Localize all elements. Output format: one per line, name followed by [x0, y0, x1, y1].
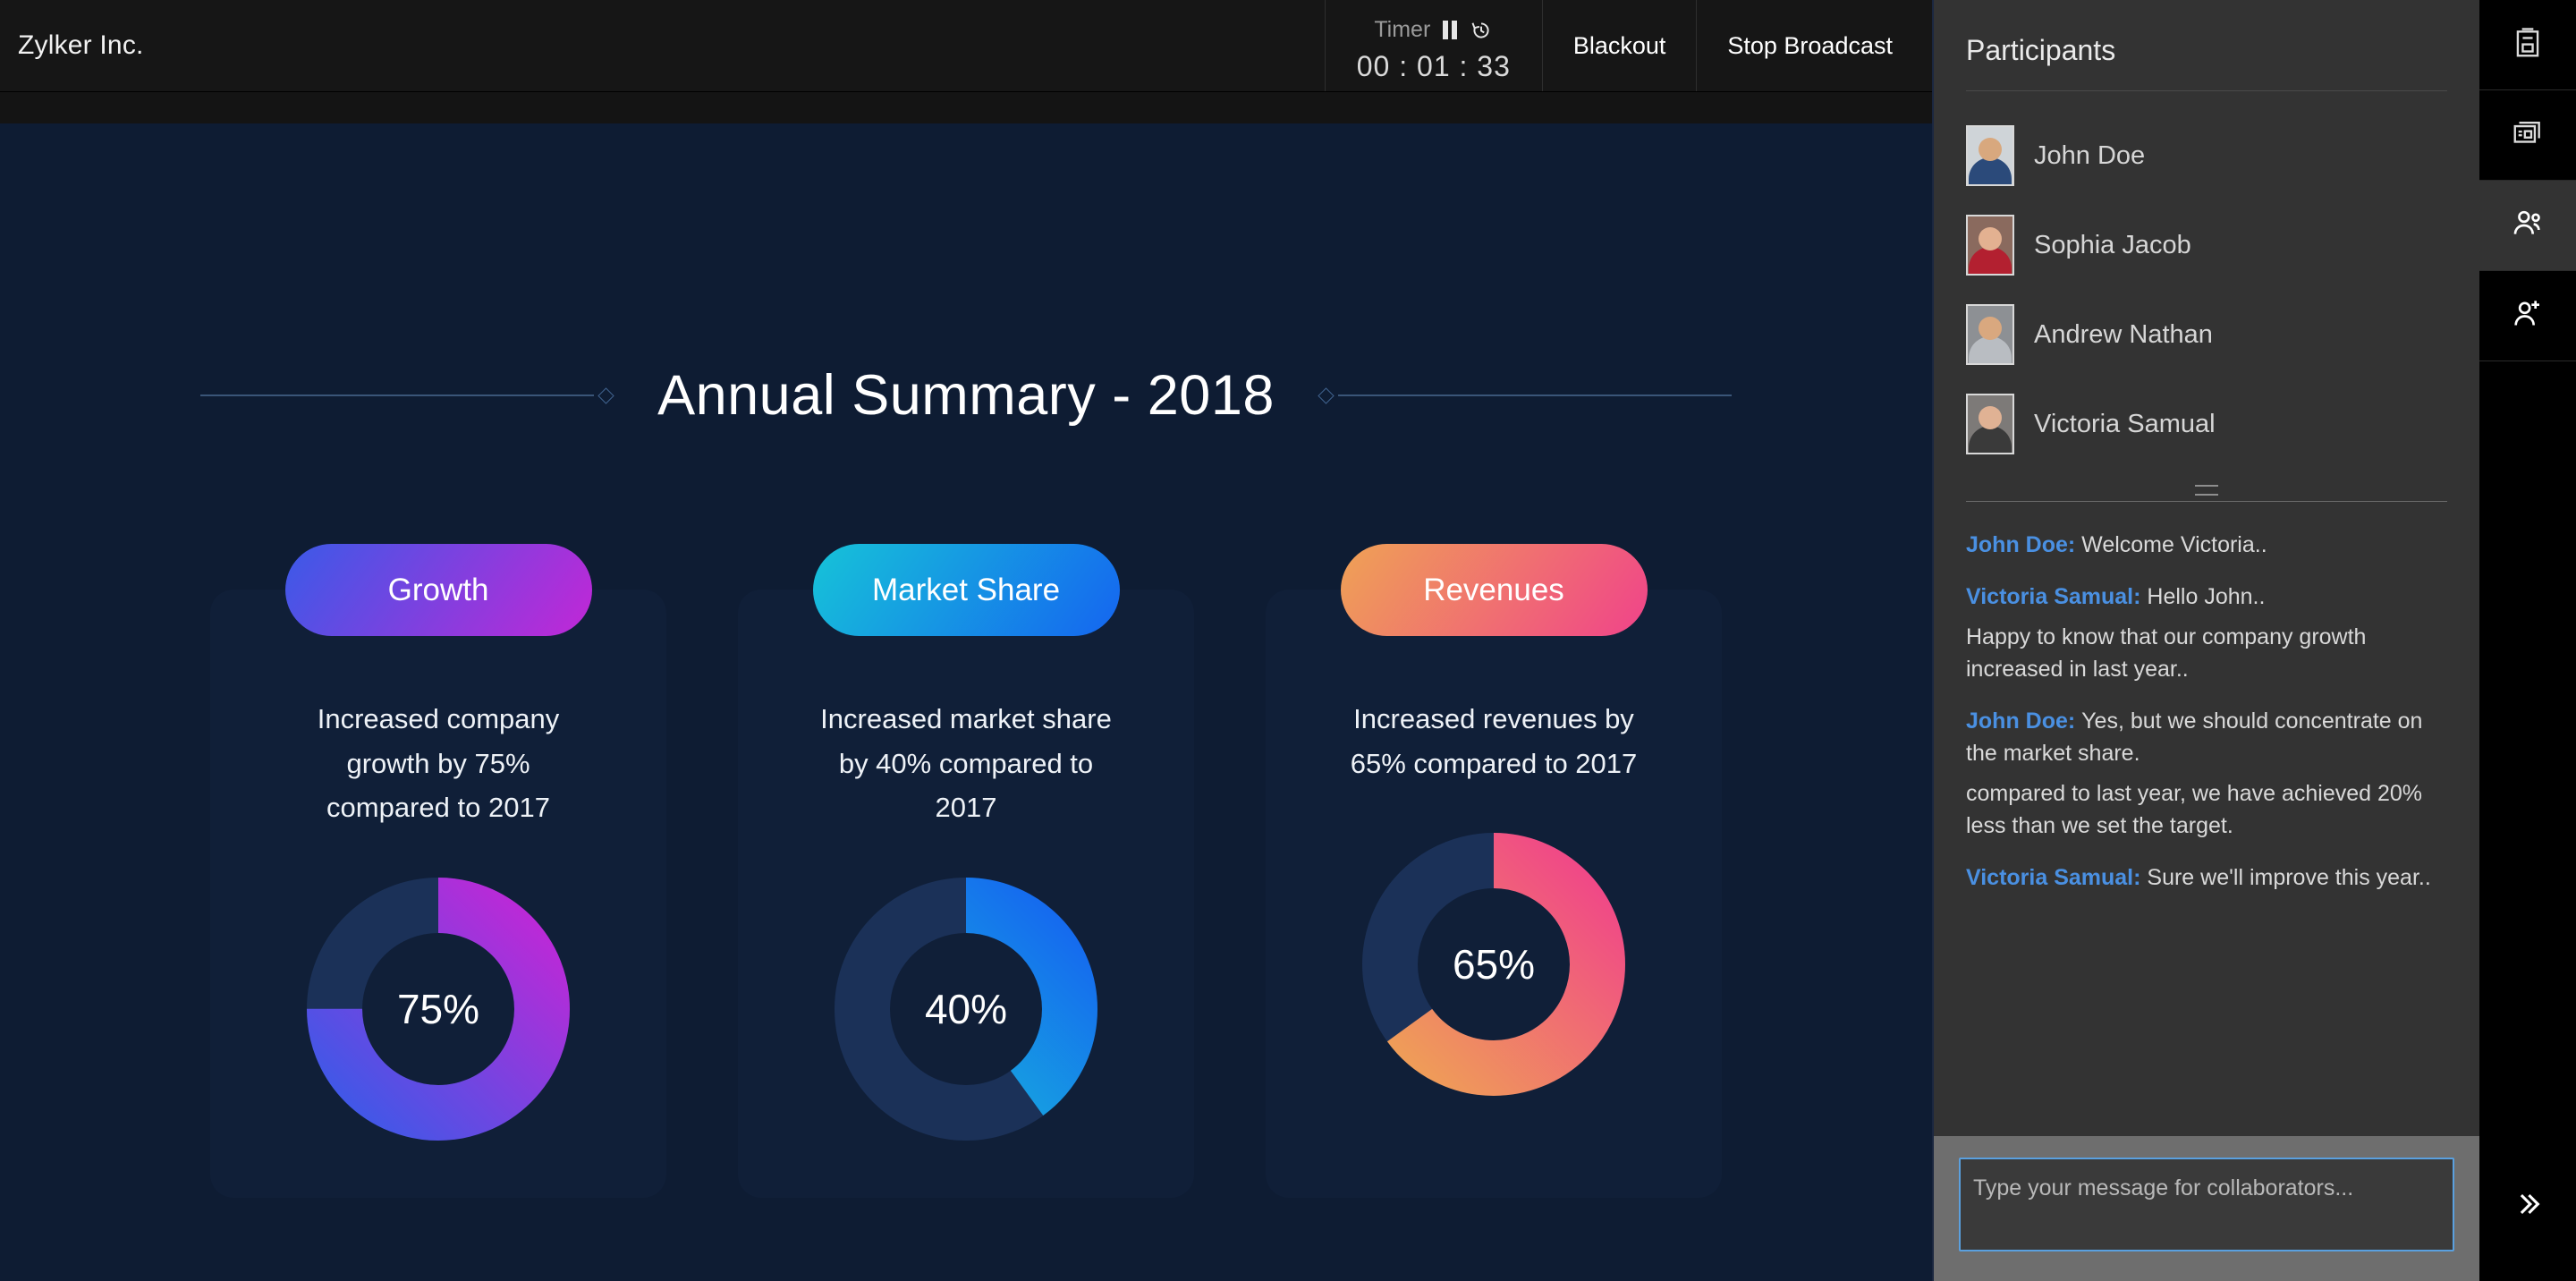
participant-name: John Doe: [2034, 140, 2146, 170]
slide-title-row: Annual Summary - 2018: [0, 363, 1932, 428]
broadcast-app: Zylker Inc. Timer 00 : 01 : 33 Blackout …: [0, 0, 2576, 1281]
timer-value: 00 : 01 : 33: [1356, 49, 1511, 82]
chat-message: John Doe: Yes, but we should concentrate…: [1966, 705, 2447, 842]
chat-speaker: Victoria Samual:: [1966, 865, 2148, 890]
metric-card-description: Increased company growth by 75% compared…: [317, 703, 560, 824]
metric-card-body: Increased revenues by 65% compared to 20…: [1266, 590, 1722, 1198]
title-rule-left: [200, 386, 618, 404]
metric-card-label: Growth: [284, 544, 592, 636]
chat-message-line: Happy to know that our company growth in…: [1966, 624, 2367, 682]
participant-row[interactable]: Victoria Samual: [1966, 379, 2447, 469]
timer-label: Timer: [1374, 17, 1431, 42]
chat-message-first-line: Victoria Samual: Sure we'll improve this…: [1966, 865, 2431, 890]
rail-add-person-button[interactable]: [2479, 271, 2576, 361]
chat-message-first-line: John Doe: Yes, but we should concentrate…: [1966, 708, 2423, 767]
rail-participants-button[interactable]: [2479, 181, 2576, 271]
metric-donut-value: 40%: [924, 985, 1008, 1032]
metric-donut: 40%: [832, 875, 1100, 1143]
avatar: [1966, 304, 2014, 365]
panel-resize-handle[interactable]: [2195, 485, 2218, 496]
metric-donut-value: 65%: [1452, 941, 1536, 988]
participant-row[interactable]: Andrew Nathan: [1966, 290, 2447, 379]
slides-layout-icon: [2511, 116, 2545, 155]
participants-list: John Doe Sophia Jacob Andrew Nathan Victori…: [1934, 91, 2479, 469]
stop-broadcast-button[interactable]: Stop Broadcast: [1697, 0, 1932, 91]
chat-message-first-line: Victoria Samual: Hello John..: [1966, 584, 2266, 610]
avatar: [1966, 215, 2014, 276]
participants-heading: Participants: [1966, 34, 2116, 66]
composer-area: [1934, 1136, 2479, 1281]
metric-card: Growth Increased company growth by 75% co…: [210, 544, 666, 1198]
metric-donut: 65%: [1360, 830, 1628, 1099]
collapse-panel-button[interactable]: [2479, 1181, 2576, 1234]
chat-message-first-line: John Doe: Welcome Victoria..: [1966, 532, 2267, 557]
chat-message: John Doe: Welcome Victoria..: [1966, 529, 2447, 561]
brand-title: Zylker Inc.: [18, 30, 144, 60]
chevron-double-right-icon: [2512, 1189, 2543, 1227]
participant-name: Victoria Samual: [2034, 409, 2216, 438]
chat-message: Victoria Samual: Sure we'll improve this…: [1966, 861, 2447, 894]
pause-icon[interactable]: [1443, 21, 1458, 39]
metric-card-label: Revenues: [1340, 544, 1648, 636]
message-input[interactable]: [1959, 1158, 2454, 1251]
avatar: [1966, 394, 2014, 454]
chat-speaker: John Doe:: [1966, 532, 2082, 557]
metric-card-body: Increased company growth by 75% compared…: [210, 590, 666, 1198]
chat-speaker: John Doe:: [1966, 708, 2082, 734]
chat-transcript: John Doe: Welcome Victoria.. Victoria Sam…: [1934, 502, 2479, 1136]
rail-slides-button[interactable]: [2479, 90, 2576, 181]
avatar: [1966, 125, 2014, 186]
participant-name: Sophia Jacob: [2034, 230, 2191, 259]
rail-notes-button[interactable]: [2479, 0, 2576, 90]
participant-row[interactable]: John Doe: [1966, 111, 2447, 200]
metric-card-label: Market Share: [812, 544, 1120, 636]
metric-donut-value: 75%: [396, 985, 480, 1032]
top-toolbar: Zylker Inc. Timer 00 : 01 : 33 Blackout …: [0, 0, 1932, 92]
participant-row[interactable]: Sophia Jacob: [1966, 200, 2447, 290]
chat-message-line: compared to last year, we have achieved …: [1966, 780, 2423, 838]
metric-card-body: Increased market share by 40% compared t…: [738, 590, 1194, 1198]
timer-widget: Timer 00 : 01 : 33: [1324, 0, 1543, 91]
right-panel: Participants John Doe Sophia Jacob Andrew …: [1932, 0, 2576, 1281]
metric-card: Revenues Increased revenues by 65% compar…: [1266, 544, 1722, 1198]
presentation-stage: Zylker Inc. Timer 00 : 01 : 33 Blackout …: [0, 0, 1932, 1281]
slide-title: Annual Summary - 2018: [657, 364, 1275, 427]
chat-message: Victoria Samual: Hello John.. Happy to kn…: [1966, 581, 2447, 685]
metric-card: Market Share Increased market share by 40…: [738, 544, 1194, 1198]
reset-timer-icon[interactable]: [1470, 19, 1493, 42]
add-person-icon: [2510, 296, 2546, 336]
metric-card-description: Increased revenues by 65% compared to 20…: [1350, 703, 1638, 779]
toolbar-under-strip: [0, 92, 1932, 123]
metric-donut: 75%: [304, 875, 572, 1143]
collaborators-panel: Participants John Doe Sophia Jacob Andrew …: [1932, 0, 2479, 1281]
slide-canvas: Annual Summary - 2018 Growth Increased co…: [0, 123, 1932, 1281]
timer-controls-row: Timer: [1374, 13, 1493, 48]
notes-clipboard-icon: [2511, 26, 2545, 64]
participant-name: Andrew Nathan: [2034, 319, 2213, 349]
blackout-button[interactable]: Blackout: [1542, 0, 1698, 91]
panel-icon-rail: [2479, 0, 2576, 1281]
metric-card-description: Increased market share by 40% compared t…: [820, 703, 1112, 824]
chat-speaker: Victoria Samual:: [1966, 584, 2148, 610]
participants-icon: [2510, 206, 2546, 246]
metric-cards: Growth Increased company growth by 75% co…: [0, 544, 1932, 1198]
title-rule-right: [1314, 386, 1732, 404]
